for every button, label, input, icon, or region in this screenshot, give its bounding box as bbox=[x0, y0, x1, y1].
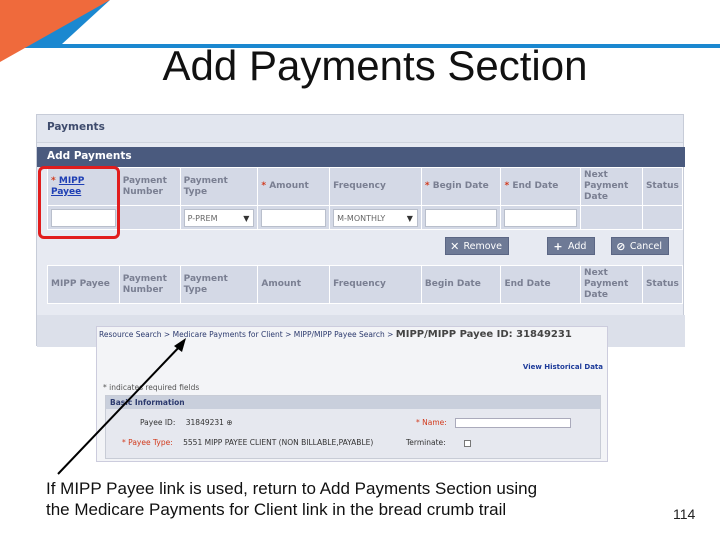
slide-caption: If MIPP Payee link is used, return to Ad… bbox=[46, 479, 538, 519]
pointer-arrow bbox=[57, 338, 186, 475]
page-number: 114 bbox=[673, 506, 696, 522]
